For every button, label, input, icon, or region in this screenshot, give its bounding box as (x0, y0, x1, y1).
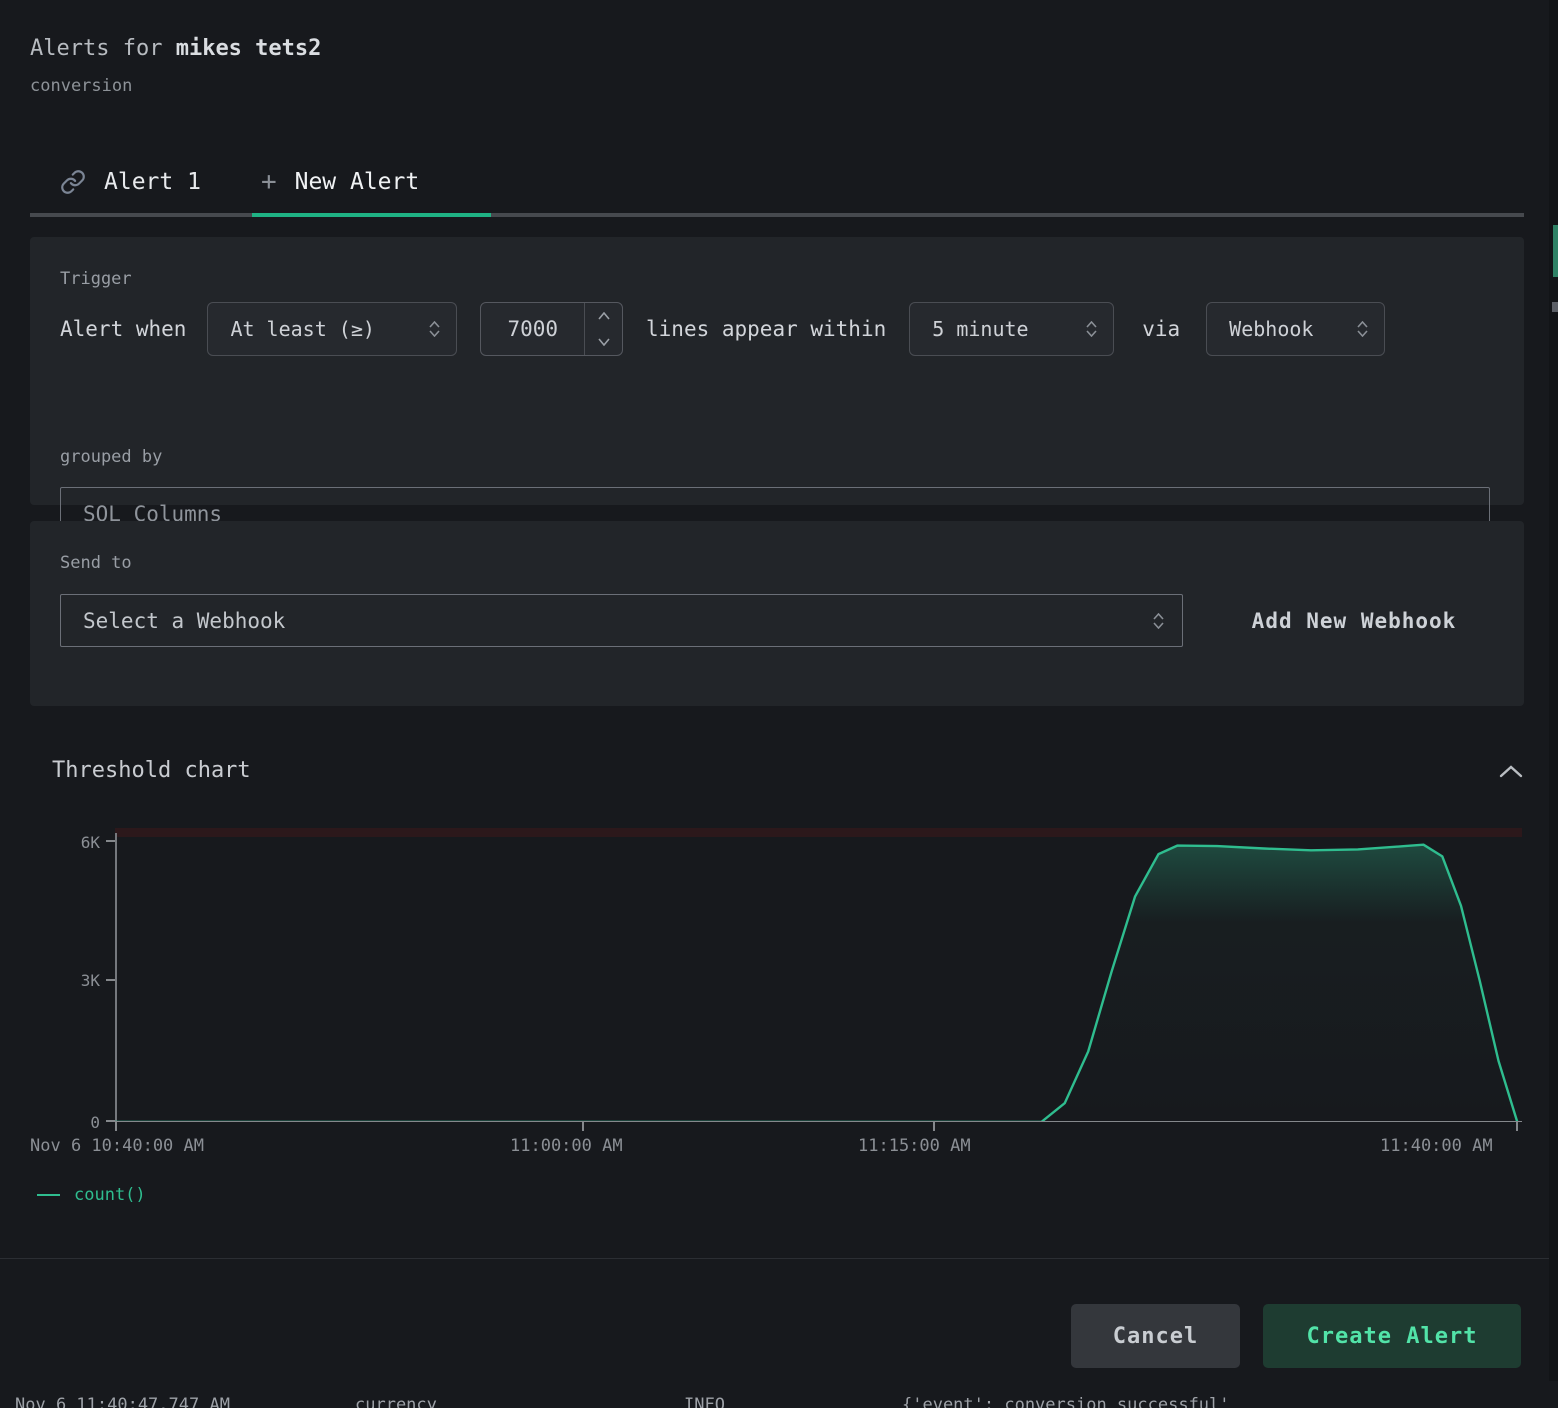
grouped-by-label: grouped by (60, 447, 162, 467)
spinner-down-icon[interactable] (585, 329, 622, 355)
cancel-button[interactable]: Cancel (1071, 1304, 1240, 1368)
trigger-panel: Trigger Alert when At least (≥) 7000 lin… (30, 237, 1524, 505)
count-series-line (115, 828, 1522, 1122)
tab-new-alert[interactable]: + New Alert (261, 167, 419, 197)
source-name: mikes tets2 (176, 36, 322, 61)
collapse-chart-button[interactable] (1494, 758, 1528, 786)
background-log-row: Nov 6 11:40:47.747 AM currency INFO {'ev… (0, 1393, 1558, 1408)
scrollbar-thumb[interactable] (1552, 302, 1558, 312)
page-subtitle: conversion (30, 76, 132, 96)
via-text: via (1142, 317, 1180, 341)
spinner-up-icon[interactable] (585, 303, 622, 329)
threshold-number-input[interactable]: 7000 (480, 302, 623, 356)
alert-when-text: Alert when (60, 317, 186, 341)
x-tick-label-3: 11:15:00 AM (858, 1136, 971, 1156)
alert-modal: Alerts for mikes tets2 conversion Alert … (0, 0, 1549, 1381)
y-tick-mark (106, 840, 115, 842)
threshold-chart-plot (115, 828, 1522, 1122)
y-tick-0: 0 (52, 1113, 100, 1132)
x-axis (115, 1121, 1522, 1122)
interval-select[interactable]: 5 minute (909, 302, 1114, 356)
log-timestamp: Nov 6 11:40:47.747 AM (15, 1395, 230, 1408)
lines-appear-text: lines appear within (646, 317, 886, 341)
legend-line-swatch (37, 1194, 60, 1196)
number-spinner[interactable] (584, 303, 622, 355)
send-to-panel: Send to Select a Webhook Add New Webhook (30, 521, 1524, 706)
send-to-label: Send to (60, 553, 132, 573)
x-tick-label-4: 11:40:00 AM (1380, 1136, 1493, 1156)
active-tab-indicator (252, 213, 491, 217)
tab-alert-1[interactable]: Alert 1 (60, 169, 201, 195)
x-tick-mark (933, 1122, 935, 1131)
webhook-select[interactable]: Select a Webhook (60, 594, 1183, 647)
x-tick-label-2: 11:00:00 AM (510, 1136, 623, 1156)
log-level: INFO (684, 1395, 725, 1408)
chart-legend: count() (37, 1185, 146, 1205)
x-tick-label-1: Nov 6 10:40:00 AM (30, 1136, 204, 1156)
x-tick-mark (115, 1122, 117, 1131)
tab-new-alert-label: New Alert (295, 169, 420, 195)
scroll-indicator[interactable] (1553, 225, 1558, 277)
background-right-strip (1549, 0, 1558, 1381)
page-title: Alerts for mikes tets2 (30, 36, 321, 61)
trigger-row: Alert when At least (≥) 7000 lines appea… (60, 302, 1385, 356)
comparator-select[interactable]: At least (≥) (207, 302, 457, 356)
y-tick-6k: 6K (52, 833, 100, 852)
add-new-webhook-button[interactable]: Add New Webhook (1215, 594, 1493, 647)
legend-count-label: count() (74, 1185, 146, 1205)
chevron-updown-icon (1357, 321, 1368, 337)
threshold-chart-title: Threshold chart (52, 758, 251, 783)
y-tick-mark (106, 1120, 115, 1122)
chevron-updown-icon (429, 321, 440, 337)
link-icon (60, 169, 86, 195)
chevron-up-icon (1498, 763, 1524, 779)
y-tick-mark (106, 979, 115, 981)
y-tick-3k: 3K (52, 971, 100, 990)
alert-tabs: Alert 1 + New Alert (30, 150, 419, 214)
x-tick-mark (582, 1122, 584, 1131)
chevron-updown-icon (1153, 613, 1164, 629)
log-message: {'event': conversion successful' (902, 1395, 1230, 1408)
x-tick-mark (1516, 1122, 1518, 1131)
channel-select[interactable]: Webhook (1206, 302, 1385, 356)
trigger-label: Trigger (60, 269, 132, 289)
log-service: currency (355, 1395, 437, 1408)
tab-alert-1-label: Alert 1 (104, 169, 201, 195)
create-alert-button[interactable]: Create Alert (1263, 1304, 1521, 1368)
plus-icon: + (261, 167, 277, 197)
chevron-updown-icon (1086, 321, 1097, 337)
footer-divider (0, 1258, 1558, 1259)
